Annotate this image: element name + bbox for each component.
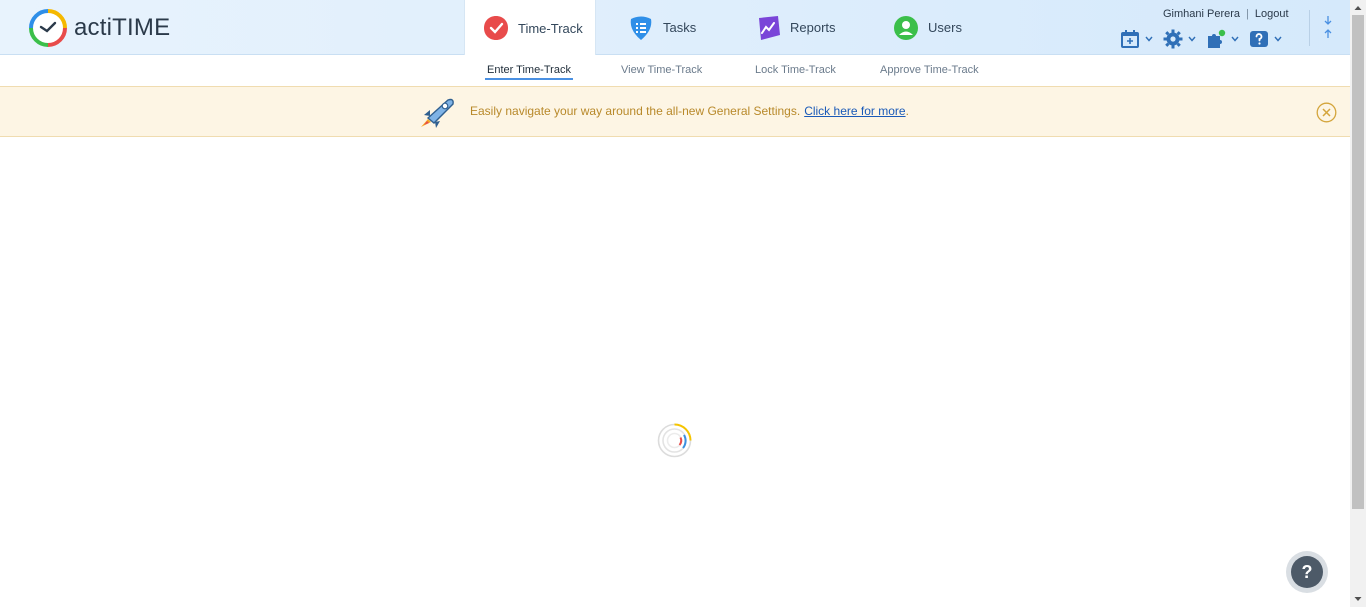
- chart-icon: [759, 15, 780, 40]
- chevron-down-icon: [1188, 36, 1196, 42]
- subtab-lock-time-track[interactable]: Lock Time-Track: [755, 64, 836, 76]
- user-icon: [894, 15, 918, 40]
- tab-users[interactable]: Users: [893, 0, 993, 55]
- page: actiTIME Time-Track Tasks Reports Users …: [0, 0, 1366, 607]
- user-separator: |: [1246, 8, 1249, 20]
- sub-navigation: Enter Time-Track View Time-Track Lock Ti…: [0, 55, 1350, 86]
- top-header: actiTIME Time-Track Tasks Reports Users …: [0, 0, 1350, 56]
- addons-menu[interactable]: [1206, 29, 1239, 49]
- tab-time-track[interactable]: Time-Track: [464, 0, 596, 56]
- calendar-menu[interactable]: [1120, 29, 1153, 49]
- help-icon: [1250, 31, 1268, 47]
- rocket-icon: [421, 98, 454, 128]
- app-name: actiTIME: [74, 14, 171, 41]
- tab-time-track-label: Time-Track: [518, 20, 583, 36]
- user-name[interactable]: Gimhani Perera: [1163, 8, 1240, 20]
- logout-link[interactable]: Logout: [1255, 8, 1289, 20]
- gear-icon: [1163, 29, 1183, 49]
- loading-spinner-icon: [657, 423, 692, 458]
- subtab-enter-time-track[interactable]: Enter Time-Track: [485, 64, 573, 80]
- banner-message: Easily navigate your way around the all-…: [470, 104, 909, 118]
- vertical-scrollbar[interactable]: [1350, 0, 1366, 607]
- check-icon: [484, 16, 508, 40]
- tab-tasks[interactable]: Tasks: [628, 0, 738, 55]
- tab-reports-label: Reports: [790, 20, 836, 35]
- floating-help-button[interactable]: ?: [1286, 551, 1328, 593]
- header-tools: [1120, 29, 1292, 49]
- puzzle-icon: [1208, 29, 1226, 48]
- banner-link[interactable]: Click here for more: [804, 104, 905, 118]
- list-icon: [630, 16, 652, 40]
- close-icon[interactable]: [1316, 102, 1337, 123]
- tab-tasks-label: Tasks: [663, 20, 697, 35]
- help-menu[interactable]: [1249, 29, 1282, 49]
- banner-text: Easily navigate your way around the all-…: [470, 104, 801, 118]
- help-fab-label: ?: [1291, 556, 1323, 588]
- scroll-down-arrow-icon[interactable]: [1354, 595, 1362, 603]
- scroll-up-arrow-icon[interactable]: [1354, 4, 1362, 12]
- chevron-down-icon: [1231, 36, 1239, 42]
- header-divider: [1309, 10, 1310, 46]
- chevron-down-icon: [1145, 36, 1153, 42]
- tab-reports[interactable]: Reports: [755, 0, 865, 55]
- settings-menu[interactable]: [1163, 29, 1196, 49]
- subtab-approve-time-track[interactable]: Approve Time-Track: [880, 64, 979, 76]
- chevron-down-icon: [1274, 36, 1282, 42]
- calendar-icon: [1121, 30, 1139, 48]
- banner-trailing: .: [905, 104, 909, 118]
- announcement-banner: Easily navigate your way around the all-…: [0, 86, 1350, 137]
- app-logo[interactable]: actiTIME: [28, 8, 170, 48]
- scrollbar-thumb[interactable]: [1352, 15, 1364, 509]
- subtab-view-time-track[interactable]: View Time-Track: [621, 64, 702, 76]
- user-info: Gimhani Perera | Logout: [1163, 8, 1289, 20]
- tab-users-label: Users: [928, 20, 962, 35]
- clock-logo-icon: [29, 9, 67, 47]
- collapse-header-icon[interactable]: [1320, 14, 1336, 40]
